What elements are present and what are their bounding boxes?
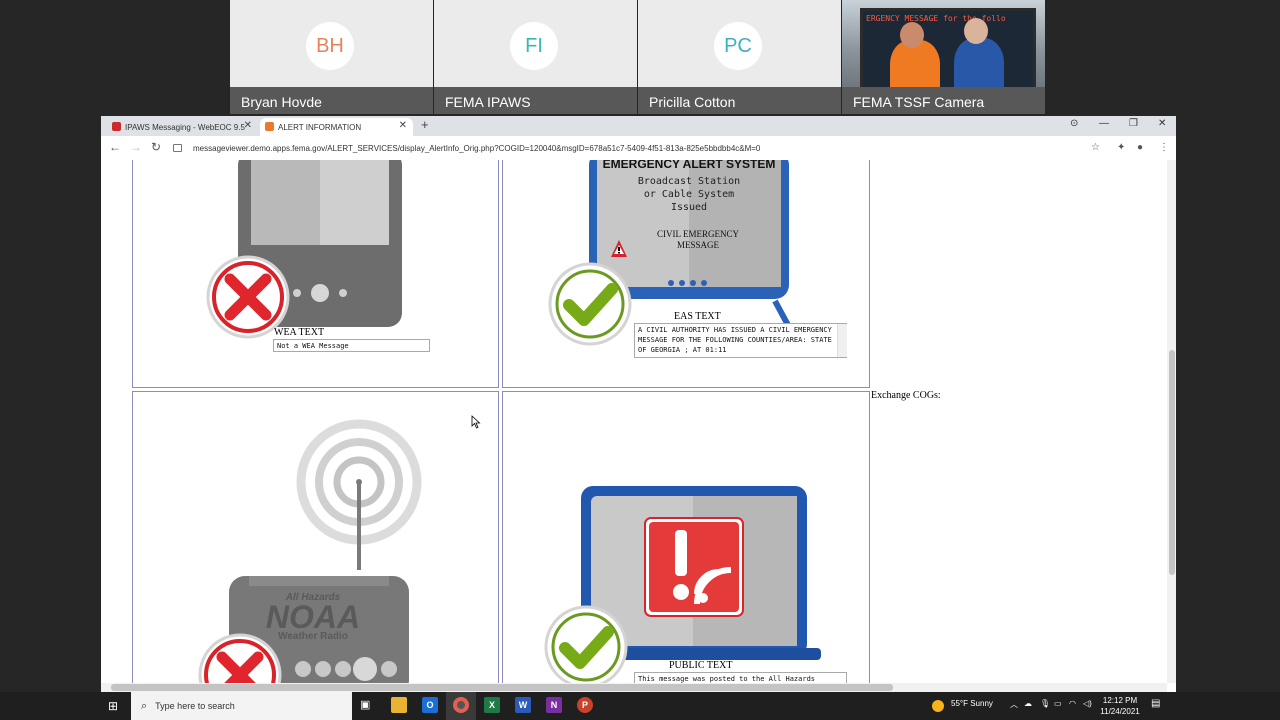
weather-sun-icon [932,700,944,712]
chevron-up-icon[interactable]: ︿ [1010,699,1018,710]
wea-cell: WEA TEXT Not a WEA Message [132,160,499,388]
wea-caption: WEA TEXT [274,327,325,338]
tab-search-icon[interactable]: ⊙ [1070,118,1078,129]
tab-alert-information[interactable]: ALERT INFORMATION ✕ [260,118,413,136]
search-placeholder: Type here to search [155,701,235,711]
wea-textarea[interactable]: Not a WEA Message [273,339,430,352]
task-view-icon[interactable]: ▣ [360,698,370,711]
onedrive-icon[interactable]: ☁ [1024,699,1032,708]
vertical-scrollbar[interactable] [1167,160,1176,683]
cross-icon [198,633,282,683]
tab-webeoc[interactable]: IPAWS Messaging - WebEOC 9.5 ✕ [107,118,258,136]
phone-icon [238,160,402,327]
page-icon [265,122,274,131]
taskbar-search-box[interactable]: ⌕ Type here to search [131,692,352,720]
noaa-logo-main: NOAA [265,599,361,635]
tv-text: EMERGENCY ALERT SYSTEM Broadcast Station… [597,160,781,214]
participant-tile[interactable]: PC Pricilla Cotton [638,0,841,114]
word-icon[interactable]: W [515,697,531,713]
participant-tile[interactable]: FI FEMA IPAWS [434,0,637,114]
camera-tile[interactable]: ERGENCY MESSAGE for the follo FEMA TSSF … [842,0,1045,114]
page-content: WEA TEXT Not a WEA Message EMERGENCY ALE… [101,160,1167,683]
notification-icon[interactable]: ▤ [1151,698,1160,709]
tv-line: Broadcast Station [637,176,741,187]
excel-icon[interactable]: X [484,697,500,713]
person-head [900,22,924,48]
participant-tile[interactable]: BH Bryan Hovde [230,0,433,114]
volume-icon[interactable]: ◁) [1083,699,1092,708]
windows-start-icon[interactable]: ⊞ [108,699,118,713]
eas-cell: EMERGENCY ALERT SYSTEM Broadcast Station… [502,160,870,388]
tv-line: Issued [670,202,708,213]
tab-label: IPAWS Messaging - WebEOC 9.5 [125,122,245,132]
participant-name: FEMA TSSF Camera [853,94,985,110]
weather-text[interactable]: 55°F Sunny [951,699,993,708]
minimize-icon[interactable]: — [1099,118,1109,129]
eas-textarea[interactable]: A CIVIL AUTHORITY HAS ISSUED A CIVIL EME… [634,323,847,358]
reload-icon[interactable]: ↻ [151,140,161,154]
tv-line: or Cable System [643,189,735,200]
back-icon[interactable]: ← [109,140,121,154]
public-caption: PUBLIC TEXT [669,660,733,671]
public-cell: PUBLIC TEXT This message was posted to t… [502,391,870,683]
close-icon[interactable]: ✕ [399,120,407,131]
scroll-thumb[interactable] [1169,350,1175,575]
search-icon: ⌕ [141,699,148,712]
horizontal-scrollbar[interactable] [101,683,1167,692]
noaa-cell: All Hazards NOAA Weather Radio [132,391,499,683]
clock-date: 11/24/2021 [1100,707,1140,716]
wifi-icon[interactable]: ◠ [1069,699,1076,708]
outlook-icon[interactable]: O [422,697,438,713]
active-app-indicator [446,692,476,720]
address-bar[interactable]: messageviewer.demo.apps.fema.gov/ALERT_S… [173,140,1088,156]
participant-name: Bryan Hovde [241,94,322,110]
url-text: messageviewer.demo.apps.fema.gov/ALERT_S… [193,143,761,153]
menu-icon[interactable]: ⋮ [1159,142,1169,153]
tv-message-line: MESSAGE [676,240,719,250]
participant-name: Pricilla Cotton [649,94,736,110]
browser-toolbar: ← → ↻ messageviewer.demo.apps.fema.gov/A… [101,136,1176,161]
avatar-initials: BH [316,34,344,57]
person-head [964,18,988,44]
public-textarea[interactable]: This message was posted to the All Hazar… [634,672,847,683]
onenote-icon[interactable]: N [546,697,562,713]
tv-message-line: CIVIL EMERGENCY [657,229,739,239]
file-explorer-icon[interactable] [391,697,407,713]
windows-taskbar: ⊞ ⌕ Type here to search ▣ O X W N P 55°F… [0,692,1280,720]
tab-label: ALERT INFORMATION [278,122,362,132]
scroll-thumb[interactable] [111,684,893,691]
participant-strip: BH Bryan Hovde FI FEMA IPAWS PC Pricilla… [230,0,1046,114]
mouse-cursor-icon [471,415,481,429]
new-tab-icon[interactable]: + [421,117,429,132]
participant-name: FEMA IPAWS [445,94,531,110]
avatar-initials: FI [525,34,543,57]
avatar: FI [510,22,558,70]
clock-time: 12:12 PM [1102,696,1138,705]
exchange-cogs-label: Exchange COGs: [871,390,941,401]
browser-window: IPAWS Messaging - WebEOC 9.5 ✕ ALERT INF… [101,116,1176,692]
tv-title: EMERGENCY ALERT SYSTEM [602,160,776,171]
extensions-icon[interactable]: ✦ [1117,142,1125,153]
tab-strip: IPAWS Messaging - WebEOC 9.5 ✕ ALERT INF… [101,116,1176,136]
microphone-icon[interactable]: 🎙 [1040,699,1050,708]
profile-icon[interactable]: ● [1137,142,1143,153]
powerpoint-icon[interactable]: P [577,697,593,713]
clock[interactable]: 12:12 PM 11/24/2021 [1098,695,1142,717]
forward-icon[interactable]: → [130,140,142,154]
lock-icon [173,144,182,152]
avatar: PC [714,22,762,70]
maximize-icon[interactable]: ❐ [1129,118,1138,129]
avatar-initials: PC [724,34,752,57]
close-window-icon[interactable]: ✕ [1158,118,1166,129]
check-icon [544,605,628,683]
avatar: BH [306,22,354,70]
bookmark-star-icon[interactable]: ☆ [1091,142,1100,153]
battery-icon[interactable]: ▭ [1054,699,1062,708]
check-icon [548,262,632,346]
shield-icon [112,122,121,131]
tv-message: CIVIL EMERGENCY MESSAGE [643,229,753,251]
close-icon[interactable]: ✕ [244,120,252,131]
eas-caption: EAS TEXT [674,311,721,322]
eas-textarea-scrollbar[interactable] [837,324,847,357]
